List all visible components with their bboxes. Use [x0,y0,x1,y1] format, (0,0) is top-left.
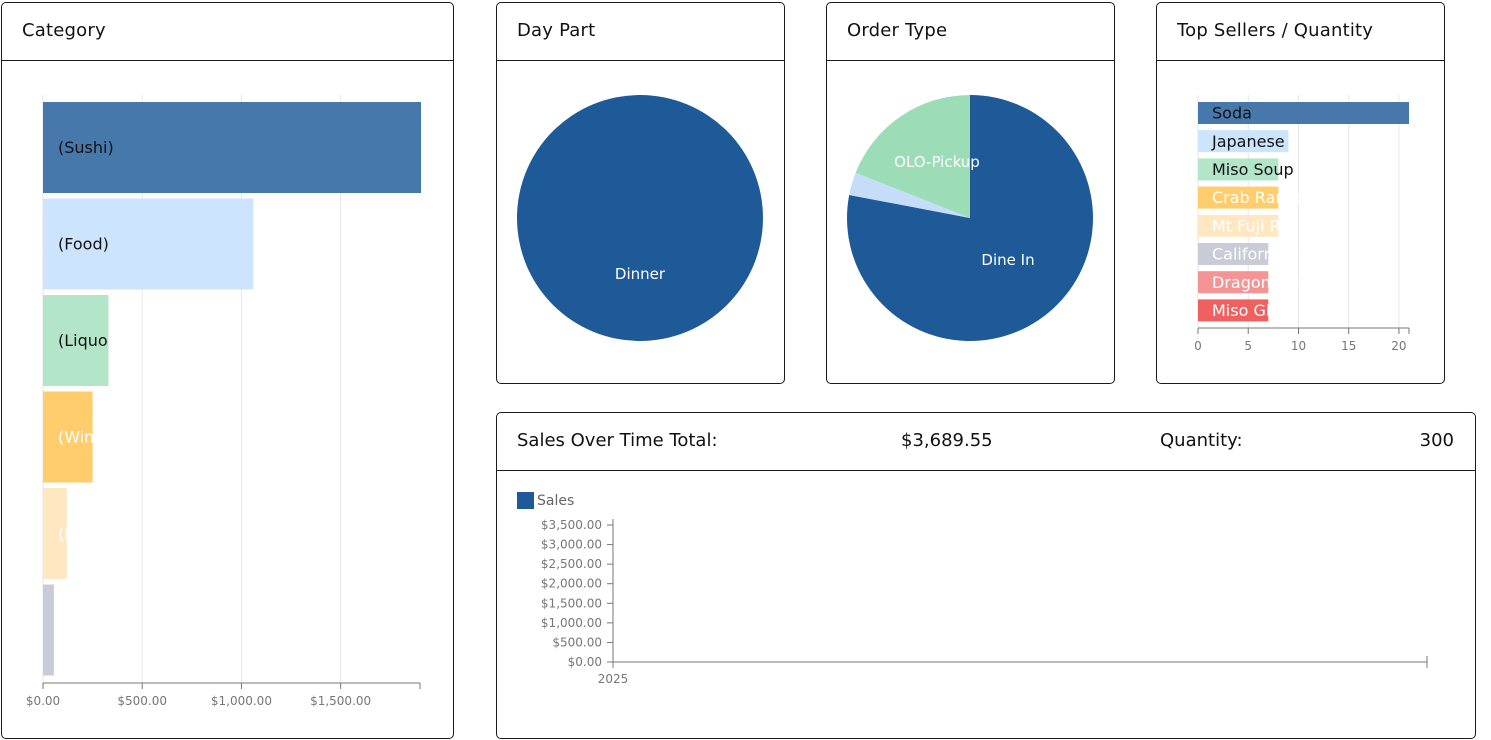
bar-label: (Food) [58,235,109,254]
bar-label: Mt Fuji Roll [1212,216,1299,235]
legend-label: Sales [537,493,574,509]
x-tick-label: 20 [1391,339,1406,353]
day-part-pie-chart: Dinner [517,95,763,341]
pie-slice[interactable] [517,95,763,341]
x-tick-label: $0.00 [26,694,60,708]
x-tick-label: $1,500.00 [310,694,371,708]
y-tick-label: $3,000.00 [541,538,602,552]
pie-slice-label: Dinner [615,265,666,283]
pie-slice-label: OLO-Pickup [894,153,980,171]
category-card: Category (Sushi) (Food) (Liquor) (Wine) (Bee… [1,2,454,739]
y-tick-label: $3,500.00 [541,518,602,532]
y-tick-label: $1,500.00 [541,596,602,610]
y-tick-label: $500.00 [552,635,602,649]
pie-slice-label: Dine In [981,251,1034,269]
bar-label: (Liquor) [58,331,121,350]
day-part-card: Day Part Dinner [496,2,785,384]
bar-label: Miso Soup [1212,160,1294,179]
bar[interactable] [43,584,54,676]
x-tick-label: $1,000.00 [211,694,272,708]
bar-label: Japanese [1211,132,1285,151]
y-tick-label: $1,000.00 [541,616,602,630]
x-tick-label: 2025 [598,672,629,686]
category-bar-chart: (Sushi) (Food) (Liquor) (Wine) (Beer) $0.00 $5… [26,95,421,708]
bar-label: Crab Rangoon [1212,188,1325,207]
y-tick-label: $0.00 [568,655,602,669]
x-tick-label: 5 [1244,339,1252,353]
sales-over-time-card: Sales Over Time Total: $3,689.55 Quantit… [496,412,1476,739]
order-type-pie-chart: Dine In OLO-Pickup [847,95,1093,342]
bar-label: (Wine) [58,428,110,447]
bar-label: (Beer) [58,524,108,543]
x-tick-label: $500.00 [117,694,167,708]
bar-label: Soda [1212,104,1252,123]
y-tick-label: $2,500.00 [541,557,602,571]
bar-label: (Sushi) [58,138,114,157]
bar-label: Dragon Roll [1212,273,1305,292]
top-sellers-bar-chart: Soda Japanese Miso Soup Crab Rangoon Mt Fuji… [1194,95,1410,353]
bar-label: California Roll [1212,245,1322,264]
y-tick-label: $2,000.00 [541,577,602,591]
sales-over-time-chart: Sales $0.00 $500.00 $1,000.00 $1,500.00 $2,00… [517,492,1428,686]
top-sellers-card: Top Sellers / Quantity Soda Japanese Miso … [1156,2,1445,384]
bar-label: Miso Glazed [1212,301,1309,320]
x-tick-label: 10 [1291,339,1306,353]
x-tick-label: 15 [1341,339,1356,353]
legend-swatch[interactable] [517,492,534,509]
order-type-card: Order Type Dine In OLO-Pickup [826,2,1115,384]
x-tick-label: 0 [1194,339,1202,353]
